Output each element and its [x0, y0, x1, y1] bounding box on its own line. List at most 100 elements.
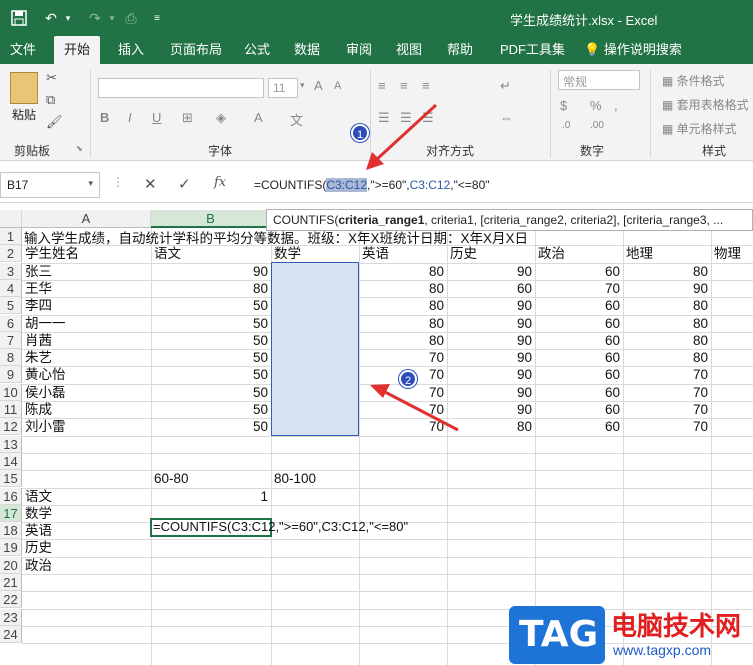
score-cell[interactable]: 80	[362, 332, 444, 349]
student-name-cell[interactable]: 黄心怡	[25, 366, 148, 383]
font-size-dropdown-icon[interactable]: ▾	[300, 80, 305, 91]
name-box-dropdown-icon[interactable]: ▾	[88, 178, 93, 189]
student-name-cell[interactable]: 张三	[25, 263, 148, 280]
increase-decimal-icon[interactable]: .0	[562, 120, 570, 131]
comma-style-icon[interactable]: ,	[614, 98, 618, 113]
score-cell[interactable]: 50	[154, 401, 268, 418]
subject-label-cell[interactable]: 数学	[25, 505, 148, 522]
score-cell[interactable]: 90	[450, 366, 532, 383]
row-header-7[interactable]: 7	[0, 331, 22, 349]
score-cell[interactable]: 80	[626, 349, 708, 366]
tab-review[interactable]: 审阅	[336, 36, 382, 64]
header-cell[interactable]: 物理	[714, 245, 750, 262]
col-header-a[interactable]: A	[22, 210, 151, 228]
student-name-cell[interactable]: 王华	[25, 280, 148, 297]
score-cell[interactable]: 60	[538, 366, 620, 383]
score-cell[interactable]: 60	[538, 332, 620, 349]
tab-data[interactable]: 数据	[284, 36, 330, 64]
font-name-combo[interactable]	[98, 78, 264, 98]
undo-dropdown-icon[interactable]: ▾	[62, 8, 74, 28]
header-cell[interactable]: 英语	[362, 245, 444, 262]
student-name-cell[interactable]: 侯小磊	[25, 384, 148, 401]
score-cell[interactable]: 60	[450, 280, 532, 297]
row-header-16[interactable]: 16	[0, 487, 22, 505]
row-header-10[interactable]: 10	[0, 383, 22, 401]
row-header-2[interactable]: 2	[0, 245, 22, 263]
italic-icon[interactable]: I	[128, 110, 132, 125]
bold-icon[interactable]: B	[100, 110, 109, 125]
sheet-title-cell[interactable]: 输入学生成绩，自动统计学科的平均分等数据。班级：X年X班统计日期：X年X月X日	[24, 230, 528, 247]
score-cell[interactable]: 50	[154, 418, 268, 435]
score-cell[interactable]: 70	[626, 366, 708, 383]
borders-icon[interactable]: ⊞	[182, 110, 193, 126]
row-header-5[interactable]: 5	[0, 297, 22, 315]
row-header-4[interactable]: 4	[0, 279, 22, 297]
align-top-icon[interactable]: ≡	[378, 78, 386, 93]
score-cell[interactable]: 90	[450, 315, 532, 332]
student-name-cell[interactable]: 朱艺	[25, 349, 148, 366]
formula-input[interactable]: =COUNTIFS(C3:C12,">=60",C3:C12,"<=80"	[246, 172, 753, 198]
count-result-cell[interactable]: 1	[154, 488, 268, 505]
score-cell[interactable]: 70	[538, 280, 620, 297]
grow-font-icon[interactable]: A	[314, 78, 323, 93]
tab-home[interactable]: 开始	[54, 36, 101, 64]
score-cell[interactable]: 50	[154, 349, 268, 366]
percent-icon[interactable]: %	[590, 98, 602, 113]
cell-style-button[interactable]: ▦ 单元格样式	[662, 120, 737, 137]
score-cell[interactable]: 80	[626, 263, 708, 280]
score-cell[interactable]: 80	[362, 263, 444, 280]
align-left-icon[interactable]: ☰	[378, 110, 390, 126]
subject-label-cell[interactable]: 英语	[25, 522, 148, 539]
font-size-combo[interactable]: 11	[268, 78, 298, 98]
row-header-23[interactable]: 23	[0, 608, 22, 626]
subject-label-cell[interactable]: 语文	[25, 488, 148, 505]
score-cell[interactable]: 50	[154, 297, 268, 314]
number-format-combo[interactable]: 常规	[558, 70, 640, 90]
score-cell[interactable]: 70	[362, 349, 444, 366]
tab-view[interactable]: 视图	[386, 36, 432, 64]
score-cell[interactable]: 60	[538, 418, 620, 435]
score-cell[interactable]: 90	[450, 384, 532, 401]
row-header-6[interactable]: 6	[0, 314, 22, 332]
header-cell[interactable]: 历史	[450, 245, 532, 262]
row-header-17[interactable]: 17	[0, 504, 22, 522]
header-cell[interactable]: 语文	[154, 245, 268, 262]
score-cell[interactable]: 80	[362, 297, 444, 314]
row-header-3[interactable]: 3	[0, 262, 22, 280]
score-cell[interactable]: 70	[626, 418, 708, 435]
subject-label-cell[interactable]: 政治	[25, 557, 148, 574]
header-cell[interactable]: 地理	[626, 245, 708, 262]
decrease-decimal-icon[interactable]: .00	[590, 120, 604, 131]
score-cell[interactable]: 60	[538, 315, 620, 332]
score-cell[interactable]: 50	[154, 315, 268, 332]
paste-label[interactable]: 粘贴	[12, 106, 36, 123]
score-cell[interactable]: 80	[362, 315, 444, 332]
score-cell[interactable]: 90	[450, 263, 532, 280]
clipboard-launcher-icon[interactable]: ⬊	[76, 144, 83, 153]
row-header-13[interactable]: 13	[0, 435, 22, 453]
align-center-icon[interactable]: ☰	[400, 110, 412, 126]
row-header-24[interactable]: 24	[0, 625, 22, 643]
tab-file[interactable]: 文件	[0, 36, 46, 64]
score-cell[interactable]: 80	[626, 315, 708, 332]
shrink-font-icon[interactable]: A	[334, 80, 341, 92]
row-header-22[interactable]: 22	[0, 591, 22, 609]
student-name-cell[interactable]: 李四	[25, 297, 148, 314]
student-name-cell[interactable]: 刘小雷	[25, 418, 148, 435]
score-cell[interactable]: 50	[154, 332, 268, 349]
phonetic-icon[interactable]: 文	[290, 110, 303, 129]
score-cell[interactable]: 90	[450, 349, 532, 366]
score-cell[interactable]: 60	[538, 263, 620, 280]
score-cell[interactable]: 50	[154, 384, 268, 401]
paste-icon[interactable]	[10, 72, 38, 104]
insert-function-icon[interactable]: fx	[214, 175, 226, 190]
align-middle-icon[interactable]: ≡	[400, 78, 408, 93]
score-cell[interactable]: 70	[362, 401, 444, 418]
header-cell[interactable]: 数学	[274, 245, 356, 262]
header-cell[interactable]: 政治	[538, 245, 620, 262]
score-cell[interactable]: 90	[626, 280, 708, 297]
tab-pdf-tools[interactable]: PDF工具集	[490, 36, 575, 64]
score-cell[interactable]: 90	[154, 263, 268, 280]
score-cell[interactable]: 80	[450, 418, 532, 435]
row-header-14[interactable]: 14	[0, 452, 22, 470]
